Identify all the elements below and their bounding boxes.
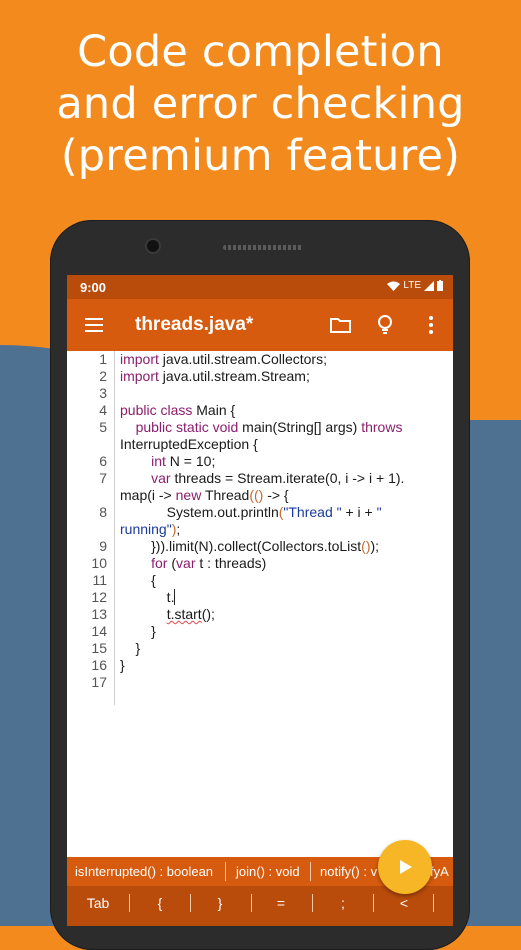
line-number: 10 bbox=[91, 555, 107, 571]
line-number: 3 bbox=[99, 385, 107, 401]
code-line: public static void main(String[] args) t… bbox=[135, 419, 403, 435]
separator bbox=[225, 862, 226, 881]
code-line: import java.util.stream.Stream; bbox=[120, 368, 310, 384]
separator bbox=[373, 894, 374, 912]
phone-screen: 9:00 LTE threads.java* 1 2 3 4 5 6 7 8 9 10 11 12 13… bbox=[67, 275, 453, 926]
code-line: t. bbox=[120, 589, 176, 605]
more-vertical-icon[interactable] bbox=[419, 313, 443, 337]
code-editor[interactable]: 1 2 3 4 5 6 7 8 9 10 11 12 13 14 15 16 17 import java.ut… bbox=[67, 351, 453, 851]
front-camera bbox=[147, 240, 159, 252]
folder-icon[interactable] bbox=[329, 313, 353, 337]
code-line: t.start(); bbox=[166, 606, 215, 622]
network-type-label: LTE bbox=[403, 280, 421, 291]
code-line: System.out.println("Thread " + i + " bbox=[120, 504, 382, 520]
code-line: } bbox=[120, 623, 156, 639]
line-number: 15 bbox=[91, 640, 107, 656]
file-title: threads.java* bbox=[135, 314, 254, 335]
key-semicolon[interactable]: ; bbox=[323, 895, 363, 911]
code-line: int N = 10; bbox=[151, 453, 216, 469]
line-number: 1 bbox=[99, 351, 107, 367]
signal-icon bbox=[424, 280, 434, 291]
code-line: public class Main { bbox=[120, 402, 236, 418]
speaker-grille bbox=[223, 245, 303, 250]
line-number: 2 bbox=[99, 368, 107, 384]
separator bbox=[129, 894, 130, 912]
code-line: map(i -> new Thread(() -> { bbox=[120, 487, 289, 503]
headline-line-3: (premium feature) bbox=[60, 131, 461, 181]
line-number: 8 bbox=[99, 504, 107, 520]
line-number: 4 bbox=[99, 402, 107, 418]
line-number: 7 bbox=[99, 470, 107, 486]
code-line: var threads = Stream.iterate(0, i -> i +… bbox=[151, 470, 405, 486]
key-equals[interactable]: = bbox=[261, 895, 301, 911]
line-number: 13 bbox=[91, 606, 107, 622]
line-number: 11 bbox=[92, 572, 107, 588]
line-number: 12 bbox=[91, 589, 107, 605]
key-tab[interactable]: Tab bbox=[78, 895, 118, 911]
headline: Code completion and error checking (prem… bbox=[0, 26, 521, 182]
code-line: } bbox=[120, 640, 141, 656]
status-bar: 9:00 LTE bbox=[67, 275, 453, 299]
headline-line-2: and error checking bbox=[56, 79, 465, 129]
text-cursor bbox=[174, 589, 176, 605]
line-number: 5 bbox=[99, 419, 107, 435]
separator bbox=[433, 894, 434, 912]
line-number: 14 bbox=[91, 623, 107, 639]
suggestion-notify[interactable]: notify() : v bbox=[320, 864, 377, 879]
suggestion-is-interrupted[interactable]: isInterrupted() : boolean bbox=[75, 864, 213, 879]
wifi-icon bbox=[387, 281, 401, 291]
code-line: running"); bbox=[120, 521, 181, 537]
key-open-brace[interactable]: { bbox=[140, 895, 180, 911]
line-number: 17 bbox=[91, 674, 107, 690]
play-icon bbox=[400, 860, 412, 874]
line-number: 16 bbox=[91, 657, 107, 673]
code-line: InterruptedException { bbox=[120, 436, 258, 452]
separator bbox=[312, 894, 313, 912]
code-line: { bbox=[120, 572, 156, 588]
status-icons: LTE bbox=[387, 280, 443, 291]
battery-icon bbox=[437, 280, 443, 291]
lightbulb-icon[interactable] bbox=[373, 313, 397, 337]
status-time: 9:00 bbox=[80, 280, 107, 295]
code-line: })).limit(N).collect(Collectors.toList()… bbox=[120, 538, 380, 554]
key-close-brace[interactable]: } bbox=[200, 895, 240, 911]
hamburger-menu-icon[interactable] bbox=[83, 313, 107, 337]
code-line: for (var t : threads) bbox=[151, 555, 267, 571]
separator bbox=[190, 894, 191, 912]
suggestion-join[interactable]: join() : void bbox=[236, 864, 300, 879]
separator bbox=[310, 862, 311, 881]
code-line: import java.util.stream.Collectors; bbox=[120, 351, 327, 367]
headline-line-1: Code completion bbox=[77, 27, 444, 77]
run-button[interactable] bbox=[378, 840, 432, 894]
separator bbox=[251, 894, 252, 912]
app-toolbar: threads.java* bbox=[67, 299, 453, 351]
code-line: } bbox=[120, 657, 125, 673]
line-number: 6 bbox=[99, 453, 107, 469]
line-number: 9 bbox=[99, 538, 107, 554]
key-less-than[interactable]: < bbox=[384, 895, 424, 911]
